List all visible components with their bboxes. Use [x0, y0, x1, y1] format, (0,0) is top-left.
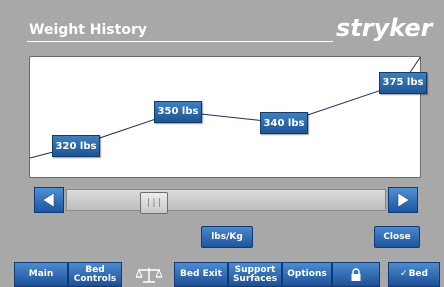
weight-point-label: 350 lbs [154, 100, 202, 123]
nav-main-button[interactable]: Main [14, 262, 68, 287]
arrow-right-icon [397, 192, 410, 208]
nav-bed-check-button[interactable]: ✓ Bed [388, 262, 440, 287]
nav-options-button[interactable]: Options [282, 262, 332, 287]
nav-bed-exit-button[interactable]: Bed Exit [174, 262, 228, 287]
bottom-nav: Main Bed Controls Bed Exit Support Surfa… [0, 262, 444, 287]
nav-bed-check-label: Bed [408, 269, 428, 279]
scroll-right-button[interactable] [388, 187, 418, 213]
scroll-left-button[interactable] [34, 187, 64, 213]
weight-point-label: 375 lbs [379, 71, 427, 94]
weight-point-label: 320 lbs [52, 135, 100, 157]
weight-chart-plot [30, 57, 422, 159]
weight-chart: 320 lbs 350 lbs 340 lbs 375 lbs [29, 56, 427, 178]
scale-icon [135, 267, 163, 283]
scroll-track[interactable]: ||| [66, 189, 386, 214]
nav-lock-button[interactable] [332, 262, 380, 287]
nav-support-surfaces-button[interactable]: Support Surfaces [228, 262, 282, 287]
stryker-logo: stryker [336, 14, 433, 42]
scroll-thumb[interactable]: ||| [140, 192, 168, 214]
close-button[interactable]: Close [374, 226, 420, 248]
nav-options-label: Options [287, 269, 327, 279]
nav-bed-exit-label: Bed Exit [180, 269, 222, 279]
nav-bed-controls-label-2: Controls [73, 273, 117, 284]
weight-point-label: 340 lbs [260, 112, 308, 134]
history-scrollbar[interactable]: ||| [34, 187, 418, 214]
arrow-left-icon [42, 192, 55, 208]
page-title: Weight History [29, 22, 147, 38]
nav-main-label: Main [28, 269, 54, 279]
lock-icon [351, 267, 361, 281]
nav-bed-controls-button[interactable]: Bed Controls [68, 262, 122, 287]
scale-button[interactable] [132, 262, 166, 287]
title-divider [27, 41, 333, 42]
units-toggle-button[interactable]: lbs/Kg [201, 226, 253, 248]
check-icon: ✓ [400, 269, 408, 279]
nav-support-label-2: Surfaces [232, 273, 278, 284]
